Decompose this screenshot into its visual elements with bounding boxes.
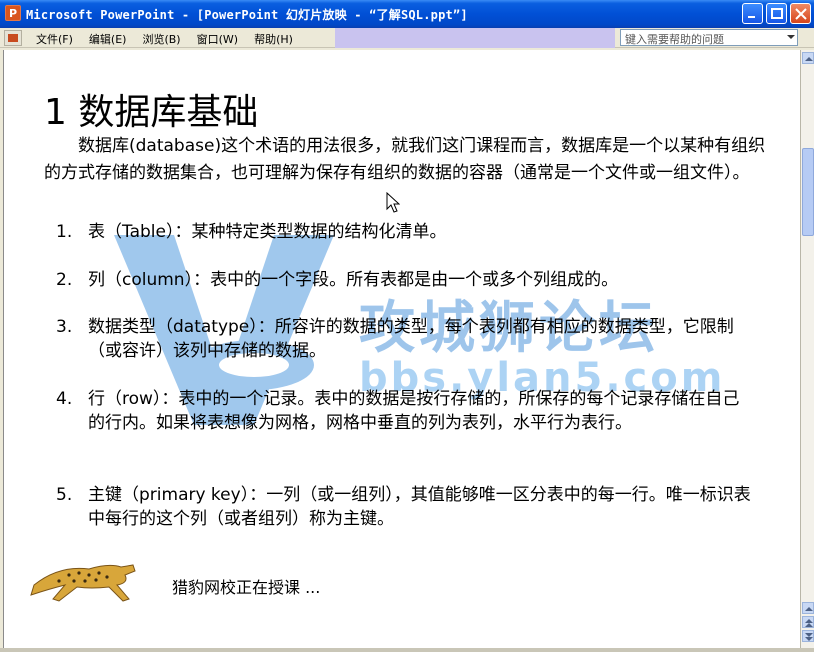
chevron-down-icon[interactable]	[787, 35, 795, 39]
powerpoint-icon[interactable]: P	[5, 5, 21, 21]
menu-bar: 文件(F) 编辑(E) 浏览(B) 窗口(W) 帮助(H) 键入需要帮助的问题	[0, 28, 814, 48]
scroll-thumb[interactable]	[802, 148, 814, 236]
close-button[interactable]	[790, 3, 811, 24]
slide-intro-paragraph: 数据库(database)这个术语的用法很多，就我们这门课程而言，数据库是一个以…	[44, 136, 766, 183]
double-chevron-down-icon	[805, 633, 813, 641]
window-title: Microsoft PowerPoint - [PowerPoint 幻灯片放映…	[26, 8, 468, 22]
list-item: 2. 列（column）：表中的一个字段。所有表都是由一个或多个列组成的。	[56, 268, 756, 292]
minimize-button[interactable]	[742, 3, 763, 24]
list-item: 5. 主键（primary key）：一列（或一组列），其值能够唯一区分表中的每…	[56, 483, 756, 531]
scroll-up-button[interactable]	[802, 52, 814, 64]
title-bar: P Microsoft PowerPoint - [PowerPoint 幻灯片…	[0, 0, 814, 28]
window-bottom-edge	[0, 648, 814, 652]
list-item-number: 3.	[56, 317, 73, 337]
scroll-up-button-bottom[interactable]	[802, 602, 814, 614]
list-item-text: 数据类型（datatype）：所容许的数据的类型，每个表列都有相应的数据类型，它…	[88, 317, 734, 361]
restore-icon	[771, 8, 783, 19]
list-item-number: 5.	[56, 485, 73, 505]
page-up-button[interactable]	[802, 616, 814, 628]
slide-title: 1 数据库基础	[44, 92, 259, 133]
cheetah-icon	[30, 564, 136, 602]
list-item: 4. 行（row）：表中的一个记录。表中的数据是按行存储的，所保存的每个记录存储…	[56, 387, 756, 435]
list-item-text: 列（column）：表中的一个字段。所有表都是由一个或多个列组成的。	[88, 270, 619, 290]
slide-canvas[interactable]: 攻城狮论坛 bbs.ylan5.com 1 数据库基础 数据库(database…	[3, 50, 800, 648]
help-search-input[interactable]: 键入需要帮助的问题	[620, 29, 798, 46]
chevron-up-icon	[805, 57, 813, 61]
list-item-number: 1.	[56, 222, 73, 242]
menu-bar-highlight	[335, 28, 615, 48]
list-item-number: 2.	[56, 270, 73, 290]
page-down-button[interactable]	[802, 630, 814, 642]
list-item: 3. 数据类型（datatype）：所容许的数据的类型，每个表列都有相应的数据类…	[56, 315, 756, 363]
list-item: 1. 表（Table）：某种特定类型数据的结构化清单。	[56, 220, 756, 244]
menu-browse[interactable]: 浏览(B)	[134, 31, 188, 47]
list-item-text: 主键（primary key）：一列（或一组列），其值能够唯一区分表中的每一行。…	[88, 485, 751, 529]
maximize-button[interactable]	[766, 3, 787, 24]
lecture-status-text: 猎豹网校正在授课 ...	[172, 578, 321, 597]
menu-file[interactable]: 文件(F)	[28, 31, 81, 47]
close-icon	[795, 8, 807, 20]
list-item-text: 表（Table）：某种特定类型数据的结构化清单。	[88, 222, 447, 242]
menu-help[interactable]: 帮助(H)	[246, 31, 301, 47]
list-item-number: 4.	[56, 389, 73, 409]
help-search-placeholder: 键入需要帮助的问题	[625, 33, 724, 46]
mouse-cursor-icon	[386, 192, 400, 213]
menu-window[interactable]: 窗口(W)	[189, 31, 246, 47]
list-item-text: 行（row）：表中的一个记录。表中的数据是按行存储的，所保存的每个记录存储在自己…	[88, 389, 740, 433]
double-chevron-up-icon	[805, 619, 813, 627]
menu-edit[interactable]: 编辑(E)	[81, 31, 135, 47]
document-icon[interactable]	[4, 30, 22, 46]
vertical-scrollbar[interactable]	[800, 50, 814, 648]
minimize-icon	[748, 16, 755, 18]
chevron-up-icon	[805, 607, 813, 611]
